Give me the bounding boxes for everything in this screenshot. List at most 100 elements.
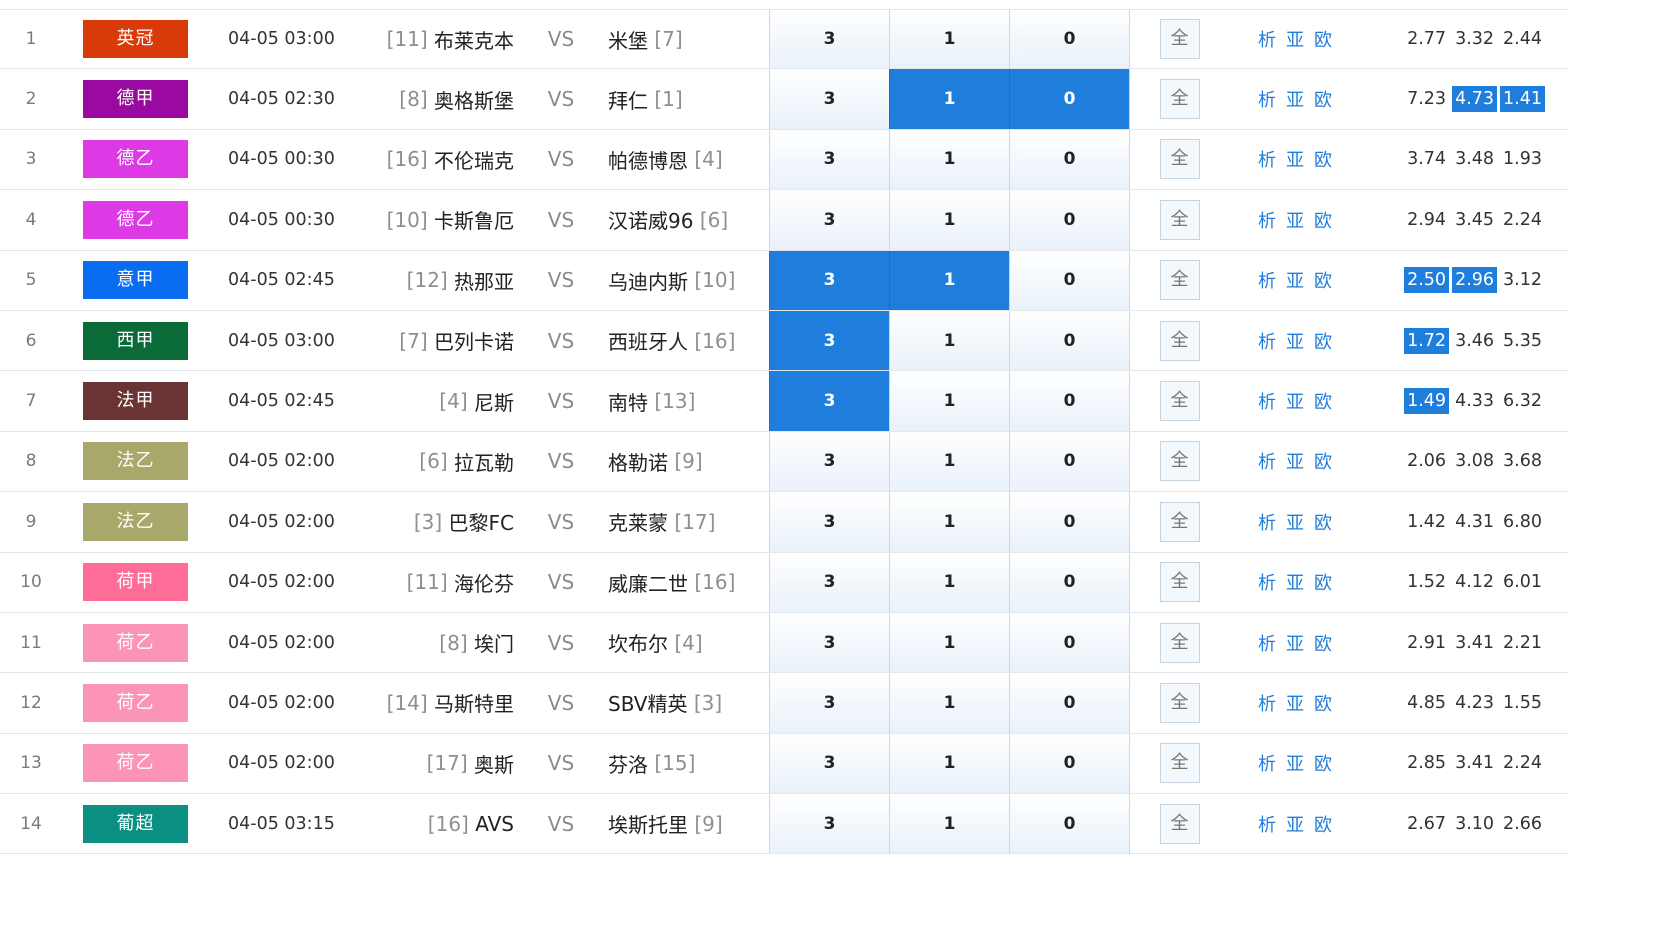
league-badge[interactable]: 德乙 — [83, 200, 188, 239]
pick-home-win-button[interactable]: 3 — [769, 612, 889, 673]
home-team[interactable]: [16] 不伦瑞克 — [362, 130, 514, 189]
select-all-button[interactable]: 全 — [1159, 501, 1200, 542]
away-team[interactable]: 米堡 [7] — [608, 10, 768, 68]
pick-draw-button[interactable]: 1 — [889, 612, 1009, 673]
away-team[interactable]: 南特 [13] — [608, 371, 768, 430]
away-team[interactable]: 帕德博恩 [4] — [608, 130, 768, 189]
select-all-button[interactable]: 全 — [1159, 79, 1200, 120]
select-all-button[interactable]: 全 — [1159, 622, 1200, 663]
pick-draw-button[interactable]: 1 — [889, 190, 1009, 250]
pick-away-win-button[interactable]: 0 — [1009, 612, 1130, 673]
pick-away-win-button[interactable]: 0 — [1009, 10, 1130, 69]
analysis-link[interactable]: 析 — [1258, 86, 1276, 112]
pick-away-win-button[interactable]: 0 — [1009, 673, 1130, 733]
pick-draw-button[interactable]: 1 — [889, 129, 1009, 190]
select-all-button[interactable]: 全 — [1159, 381, 1200, 422]
pick-away-win-button[interactable]: 0 — [1009, 431, 1130, 492]
league-badge[interactable]: 德甲 — [83, 80, 188, 119]
away-team[interactable]: 拜仁 [1] — [608, 69, 768, 128]
asian-odds-link[interactable]: 亚 — [1286, 146, 1304, 172]
euro-odds-link[interactable]: 欧 — [1314, 388, 1332, 414]
home-team[interactable]: [6] 拉瓦勒 — [362, 432, 514, 491]
league-badge[interactable]: 荷甲 — [83, 563, 188, 602]
select-all-button[interactable]: 全 — [1159, 199, 1200, 240]
league-badge[interactable]: 葡超 — [83, 804, 188, 843]
home-team[interactable]: [17] 奥斯 — [362, 734, 514, 793]
away-team[interactable]: 威廉二世 [16] — [608, 553, 768, 612]
away-team[interactable]: 西班牙人 [16] — [608, 311, 768, 370]
home-team[interactable]: [4] 尼斯 — [362, 371, 514, 430]
asian-odds-link[interactable]: 亚 — [1286, 448, 1304, 474]
analysis-link[interactable]: 析 — [1258, 207, 1276, 233]
pick-draw-button[interactable]: 1 — [889, 371, 1009, 431]
pick-draw-button[interactable]: 1 — [889, 250, 1009, 310]
analysis-link[interactable]: 析 — [1258, 630, 1276, 656]
analysis-link[interactable]: 析 — [1258, 388, 1276, 414]
select-all-button[interactable]: 全 — [1159, 682, 1200, 723]
select-all-button[interactable]: 全 — [1159, 320, 1200, 361]
pick-draw-button[interactable]: 1 — [889, 552, 1009, 612]
league-badge[interactable]: 荷乙 — [83, 623, 188, 662]
euro-odds-link[interactable]: 欧 — [1314, 750, 1332, 776]
select-all-button[interactable]: 全 — [1159, 562, 1200, 603]
away-team[interactable]: 克莱蒙 [17] — [608, 492, 768, 551]
pick-away-win-button[interactable]: 0 — [1009, 129, 1130, 190]
pick-draw-button[interactable]: 1 — [889, 310, 1009, 371]
asian-odds-link[interactable]: 亚 — [1286, 509, 1304, 535]
select-all-button[interactable]: 全 — [1159, 743, 1200, 784]
league-badge[interactable]: 法乙 — [83, 442, 188, 481]
select-all-button[interactable]: 全 — [1159, 139, 1200, 180]
pick-home-win-button[interactable]: 3 — [769, 69, 889, 129]
home-team[interactable]: [12] 热那亚 — [362, 251, 514, 310]
asian-odds-link[interactable]: 亚 — [1286, 26, 1304, 52]
analysis-link[interactable]: 析 — [1258, 811, 1276, 837]
pick-home-win-button[interactable]: 3 — [769, 431, 889, 492]
away-team[interactable]: 汉诺威96 [6] — [608, 190, 768, 249]
pick-home-win-button[interactable]: 3 — [769, 190, 889, 250]
away-team[interactable]: 乌迪内斯 [10] — [608, 251, 768, 310]
analysis-link[interactable]: 析 — [1258, 750, 1276, 776]
pick-home-win-button[interactable]: 3 — [769, 673, 889, 733]
analysis-link[interactable]: 析 — [1258, 569, 1276, 595]
league-badge[interactable]: 法甲 — [83, 382, 188, 421]
pick-away-win-button[interactable]: 0 — [1009, 733, 1130, 794]
pick-away-win-button[interactable]: 0 — [1009, 190, 1130, 250]
euro-odds-link[interactable]: 欧 — [1314, 146, 1332, 172]
league-badge[interactable]: 德乙 — [83, 140, 188, 179]
away-team[interactable]: 格勒诺 [9] — [608, 432, 768, 491]
pick-home-win-button[interactable]: 3 — [769, 492, 889, 552]
asian-odds-link[interactable]: 亚 — [1286, 630, 1304, 656]
pick-home-win-button[interactable]: 3 — [769, 371, 889, 431]
analysis-link[interactable]: 析 — [1258, 26, 1276, 52]
asian-odds-link[interactable]: 亚 — [1286, 388, 1304, 414]
away-team[interactable]: SBV精英 [3] — [608, 673, 768, 732]
euro-odds-link[interactable]: 欧 — [1314, 509, 1332, 535]
home-team[interactable]: [11] 布莱克本 — [362, 10, 514, 68]
league-badge[interactable]: 法乙 — [83, 502, 188, 541]
pick-draw-button[interactable]: 1 — [889, 492, 1009, 552]
pick-home-win-button[interactable]: 3 — [769, 129, 889, 190]
pick-away-win-button[interactable]: 0 — [1009, 794, 1130, 854]
euro-odds-link[interactable]: 欧 — [1314, 630, 1332, 656]
league-badge[interactable]: 荷乙 — [83, 683, 188, 722]
euro-odds-link[interactable]: 欧 — [1314, 86, 1332, 112]
pick-away-win-button[interactable]: 0 — [1009, 492, 1130, 552]
pick-away-win-button[interactable]: 0 — [1009, 552, 1130, 612]
asian-odds-link[interactable]: 亚 — [1286, 207, 1304, 233]
pick-draw-button[interactable]: 1 — [889, 794, 1009, 854]
away-team[interactable]: 芬洛 [15] — [608, 734, 768, 793]
home-team[interactable]: [16] AVS — [362, 794, 514, 853]
asian-odds-link[interactable]: 亚 — [1286, 267, 1304, 293]
euro-odds-link[interactable]: 欧 — [1314, 207, 1332, 233]
league-badge[interactable]: 英冠 — [83, 20, 188, 59]
pick-home-win-button[interactable]: 3 — [769, 794, 889, 854]
asian-odds-link[interactable]: 亚 — [1286, 811, 1304, 837]
analysis-link[interactable]: 析 — [1258, 690, 1276, 716]
select-all-button[interactable]: 全 — [1159, 260, 1200, 301]
pick-home-win-button[interactable]: 3 — [769, 733, 889, 794]
pick-draw-button[interactable]: 1 — [889, 733, 1009, 794]
pick-draw-button[interactable]: 1 — [889, 673, 1009, 733]
asian-odds-link[interactable]: 亚 — [1286, 86, 1304, 112]
league-badge[interactable]: 意甲 — [83, 261, 188, 300]
league-badge[interactable]: 荷乙 — [83, 744, 188, 783]
